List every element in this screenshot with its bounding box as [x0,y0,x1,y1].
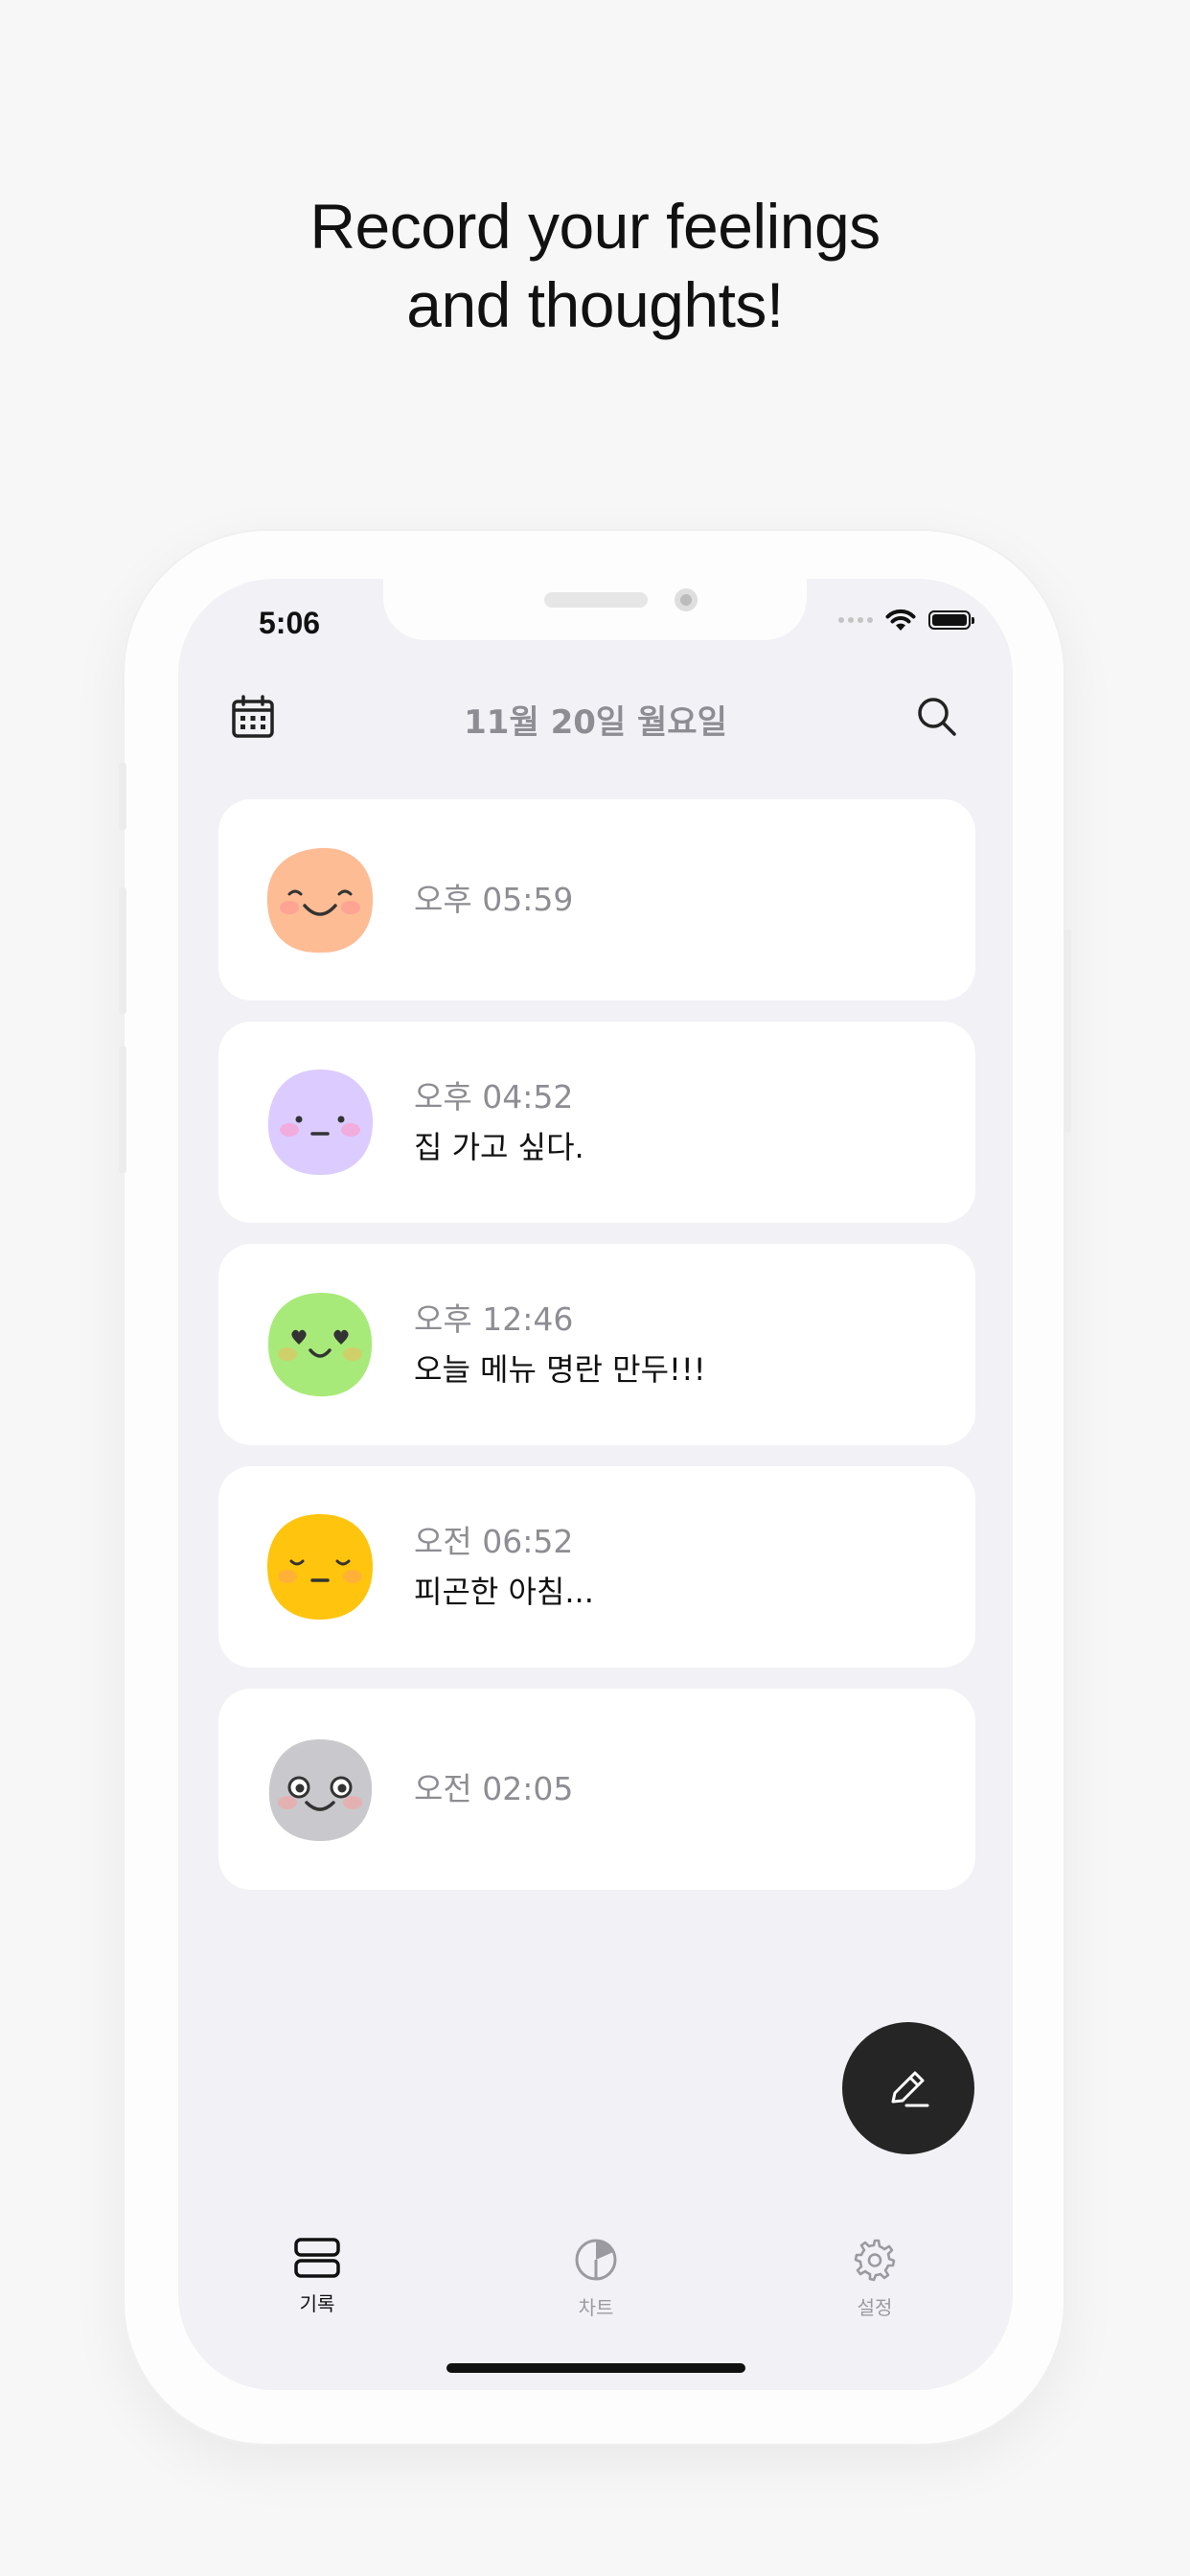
cellular-signal-icon [838,617,873,623]
dizzy-mood-icon [268,1739,373,1842]
entry-memo: 집 가고 싶다. [414,1129,584,1165]
entry-card[interactable]: 오전 02:05 [218,1689,975,1890]
front-camera [675,588,698,611]
tab-chart[interactable]: 차트 [529,2237,663,2320]
neutral-mood-icon [267,1069,374,1176]
notch [383,579,807,640]
pencil-icon [891,2071,929,2107]
entry-card[interactable]: 오후 04:52 집 가고 싶다. [218,1022,975,1223]
tired-mood-icon [267,1514,373,1620]
wifi-icon [885,609,916,631]
entry-time: 오후 05:59 [414,881,574,918]
search-icon [918,698,956,736]
write-entry-button[interactable] [842,2022,974,2154]
entry-memo: 피곤한 아침... [414,1574,594,1610]
tab-bar: 기록 차트 설정 [178,2237,1013,2333]
headline: Record your feelings and thoughts! [0,187,1190,344]
entry-texts: 오후 04:52 집 가고 싶다. [414,1074,584,1170]
phone-power-button [1064,930,1071,1133]
search-button[interactable] [906,686,968,748]
entry-time: 오후 04:52 [414,1078,574,1116]
records-icon [294,2238,340,2278]
entry-card[interactable]: 오후 12:46 오늘 메뉴 명란 만두!!! [218,1244,975,1445]
app-screen: 5:06 11월 20일 월요일 오후 05:59 오후 04:52 집 가고 … [178,579,1013,2390]
battery-icon [928,610,974,630]
entry-texts: 오전 06:52 피곤한 아침... [414,1519,594,1615]
top-bar: 11월 20일 월요일 [178,682,1013,751]
mood-blob [266,847,374,954]
happy-mood-icon [266,847,374,954]
entry-texts: 오전 02:05 [414,1766,573,1812]
love-mood-icon [267,1293,373,1397]
gear-icon [854,2239,896,2282]
tab-records[interactable]: 기록 [250,2237,384,2316]
mood-blob [267,1293,373,1397]
phone-silent-switch [119,763,126,830]
chart-icon [575,2239,617,2281]
headline-line-1: Record your feelings [309,191,881,262]
phone-volume-up-button [119,887,126,1014]
headline-line-2: and thoughts! [406,269,784,340]
entry-card[interactable]: 오후 05:59 [218,799,975,1000]
tab-settings[interactable]: 설정 [808,2237,942,2320]
tab-chart-label: 차트 [578,2296,614,2319]
entry-card[interactable]: 오전 06:52 피곤한 아침... [218,1466,975,1668]
earpiece-speaker [544,592,648,608]
status-icons [838,608,974,632]
home-indicator [446,2363,745,2373]
mood-blob [267,1069,374,1176]
date-title[interactable]: 11월 20일 월요일 [178,696,1013,743]
entry-texts: 오후 12:46 오늘 메뉴 명란 만두!!! [414,1297,706,1392]
entry-list: 오후 05:59 오후 04:52 집 가고 싶다. 오후 12:46 오늘 메… [218,799,975,1911]
tab-records-label: 기록 [299,2292,335,2315]
entry-texts: 오후 05:59 [414,877,573,923]
entry-time: 오전 02:05 [414,1770,574,1807]
entry-time: 오후 12:46 [414,1300,574,1338]
entry-time: 오전 06:52 [414,1523,574,1560]
entry-memo: 오늘 메뉴 명란 만두!!! [414,1351,706,1388]
mood-blob [267,1514,373,1620]
mood-blob [268,1739,373,1842]
status-time: 5:06 [259,606,321,640]
phone-volume-down-button [119,1046,126,1173]
tab-settings-label: 설정 [857,2296,893,2319]
